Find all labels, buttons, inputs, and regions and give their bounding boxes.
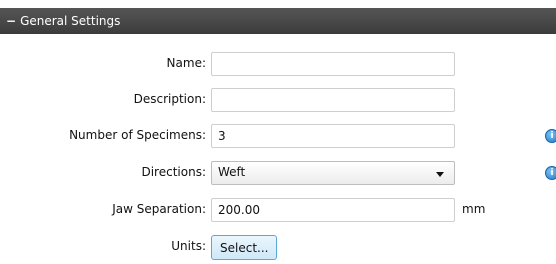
number-of-specimens-label: Number of Specimens: — [69, 128, 206, 142]
description-row: Description: — [0, 88, 556, 112]
jaw-separation-input[interactable] — [211, 198, 455, 222]
units-row: Units: Select... — [0, 235, 556, 260]
info-icon[interactable]: i — [545, 129, 556, 143]
collapse-icon[interactable]: − — [6, 14, 16, 28]
description-input[interactable] — [211, 88, 455, 112]
units-select-button[interactable]: Select... — [211, 235, 278, 260]
chevron-down-icon — [436, 172, 444, 177]
description-label: Description: — [133, 92, 206, 106]
number-of-specimens-row: Number of Specimens: i — [0, 124, 556, 148]
info-icon[interactable]: i — [545, 166, 556, 180]
general-settings-header[interactable]: − General Settings — [0, 8, 556, 34]
number-of-specimens-input[interactable] — [211, 124, 455, 148]
directions-label: Directions: — [141, 165, 206, 179]
jaw-separation-unit: mm — [462, 202, 486, 216]
name-input[interactable] — [211, 52, 455, 76]
jaw-separation-label: Jaw Separation: — [112, 202, 206, 216]
panel-title: General Settings — [20, 14, 121, 28]
name-row: Name: — [0, 52, 556, 76]
units-label: Units: — [171, 239, 206, 253]
directions-select[interactable]: Weft — [211, 161, 455, 185]
directions-row: Directions: Weft i — [0, 161, 556, 185]
name-label: Name: — [166, 56, 206, 70]
jaw-separation-row: Jaw Separation: mm — [0, 198, 556, 222]
directions-selected-value: Weft — [218, 165, 246, 179]
